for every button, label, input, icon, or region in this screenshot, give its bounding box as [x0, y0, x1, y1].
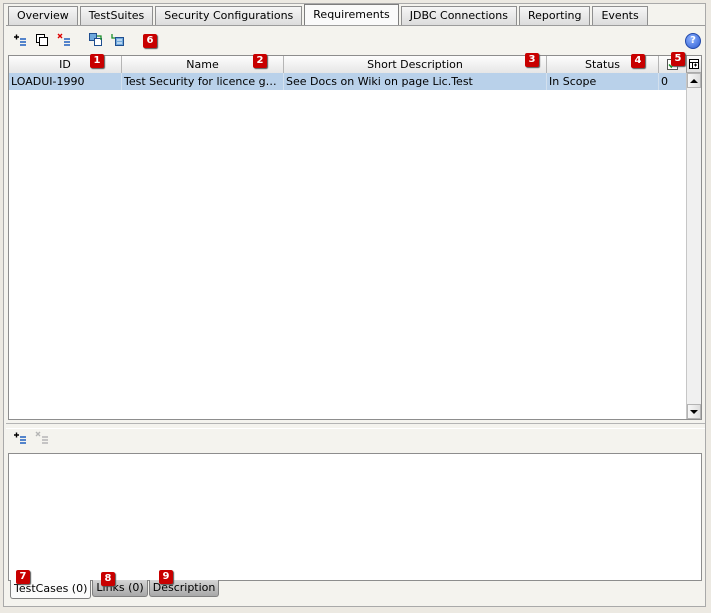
cell-id: LOADUI-1990: [9, 73, 122, 90]
import-requirements-icon[interactable]: [88, 32, 104, 48]
cell-count: 0: [659, 73, 687, 90]
cell-short-description: See Docs on Wiki on page Lic.Test: [284, 73, 547, 90]
help-icon[interactable]: ?: [685, 33, 701, 49]
vertical-scrollbar[interactable]: [686, 73, 701, 419]
callout-badge-1: 1: [90, 54, 104, 68]
callout-badge-6: 6: [143, 34, 157, 48]
cell-name: Test Security for licence gener…: [124, 73, 284, 90]
tab-overview[interactable]: Overview: [8, 6, 78, 25]
tab-events[interactable]: Events: [592, 6, 648, 25]
callout-badge-3: 3: [525, 53, 539, 67]
column-chooser-icon[interactable]: [686, 56, 701, 73]
cell-status: In Scope: [547, 73, 659, 90]
testcases-toolbar: [12, 429, 56, 447]
remove-testcase-icon[interactable]: [34, 430, 50, 446]
add-requirement-icon[interactable]: [12, 32, 28, 48]
requirements-toolbar: [12, 30, 132, 50]
callout-badge-8: 8: [101, 572, 115, 586]
testcases-panel: [8, 453, 702, 581]
delete-requirement-icon[interactable]: [56, 32, 72, 48]
column-header-short-description[interactable]: Short Description: [284, 56, 547, 73]
table-header: ID Name Short Description Status: [9, 56, 687, 74]
clone-requirement-icon[interactable]: [34, 32, 50, 48]
requirements-table: ID Name Short Description Status LOADUI-…: [8, 55, 702, 420]
callout-badge-9: 9: [159, 570, 173, 584]
callout-badge-2: 2: [253, 54, 267, 68]
tab-divider: [6, 25, 705, 26]
table-row[interactable]: LOADUI-1990 Test Security for licence ge…: [9, 73, 687, 90]
tab-security-configurations[interactable]: Security Configurations: [155, 6, 303, 25]
callout-badge-5: 5: [671, 52, 685, 66]
bottom-tab-bar: TestCases (0) Links (0) Description: [10, 580, 220, 599]
scroll-down-button[interactable]: [687, 404, 701, 419]
tab-requirements[interactable]: Requirements: [304, 4, 399, 25]
tab-testsuites[interactable]: TestSuites: [79, 6, 154, 25]
callout-badge-4: 4: [631, 54, 645, 68]
callout-badge-7: 7: [16, 570, 30, 584]
tab-jdbc-connections[interactable]: JDBC Connections: [400, 6, 517, 25]
tab-reporting[interactable]: Reporting: [518, 6, 591, 25]
panel-splitter[interactable]: [6, 423, 705, 429]
main-tab-bar: Overview TestSuites Security Configurati…: [8, 4, 650, 26]
add-testcase-icon[interactable]: [12, 430, 28, 446]
column-header-id[interactable]: ID: [9, 56, 122, 73]
export-requirements-icon[interactable]: [110, 32, 126, 48]
scroll-up-button[interactable]: [687, 73, 701, 88]
